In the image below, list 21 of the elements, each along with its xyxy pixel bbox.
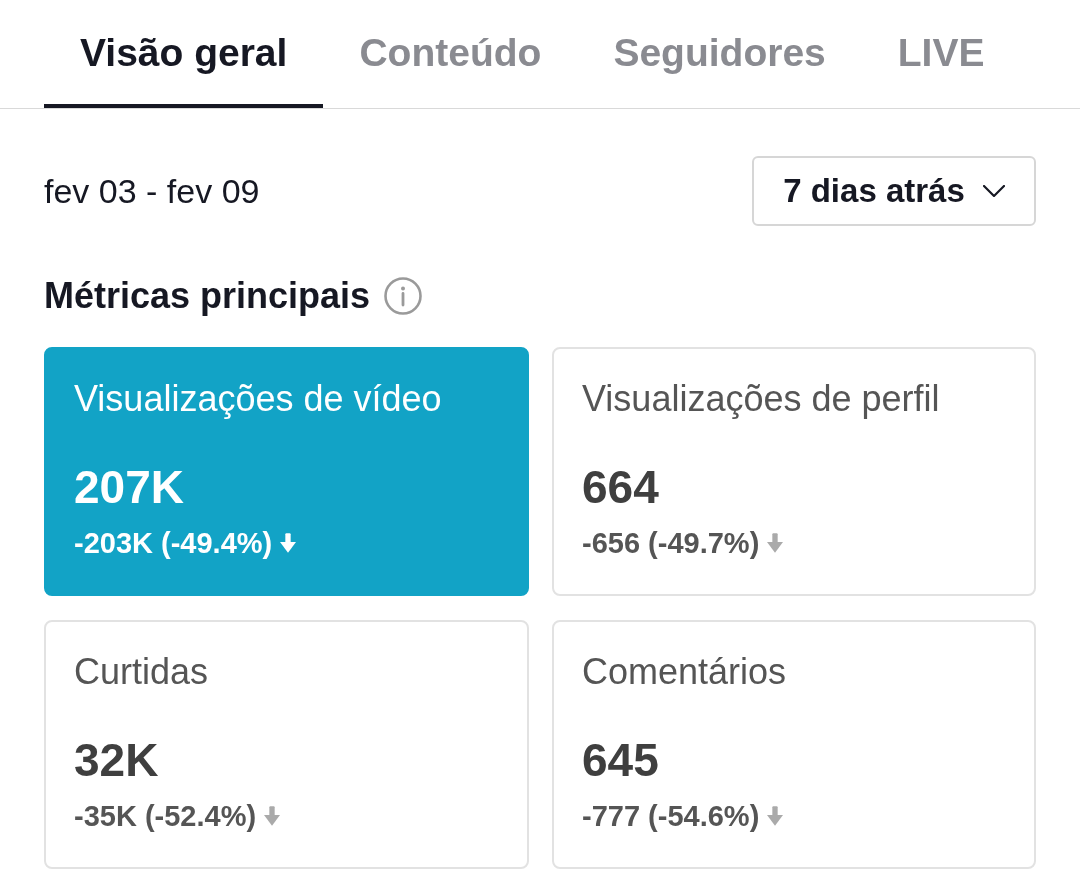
metric-change: -656 (-49.7%) [582,526,760,561]
chevron-down-icon [982,185,1005,197]
info-icon[interactable] [384,277,423,315]
date-range: fev 03 - fev 09 [44,171,260,211]
metric-value: 207K [74,460,185,514]
metric-change: -35K (-52.4%) [74,799,257,834]
metric-value: 645 [582,733,660,787]
metric-label: Visualizações de perfil [582,377,941,421]
metric-change: -203K (-49.4%) [74,526,273,561]
tab[interactable]: Visão geral [44,0,324,108]
section-title: Métricas principais [44,274,371,318]
metric-label: Curtidas [74,650,210,694]
metric-card[interactable]: Comentários 645 -777 (-54.6%) [552,620,1036,869]
metric-value: 32K [74,733,160,787]
period-dropdown[interactable]: 7 dias atrás [752,156,1036,226]
metric-label: Visualizações de vídeo [74,377,443,421]
metric-change: -777 (-54.6%) [582,799,760,834]
metric-value: 664 [582,460,660,514]
metric-label: Comentários [582,650,788,694]
metric-card[interactable]: Curtidas 32K -35K (-52.4%) [44,620,529,869]
metric-card[interactable]: Visualizações de perfil 664 -656 (-49.7%) [552,347,1036,596]
